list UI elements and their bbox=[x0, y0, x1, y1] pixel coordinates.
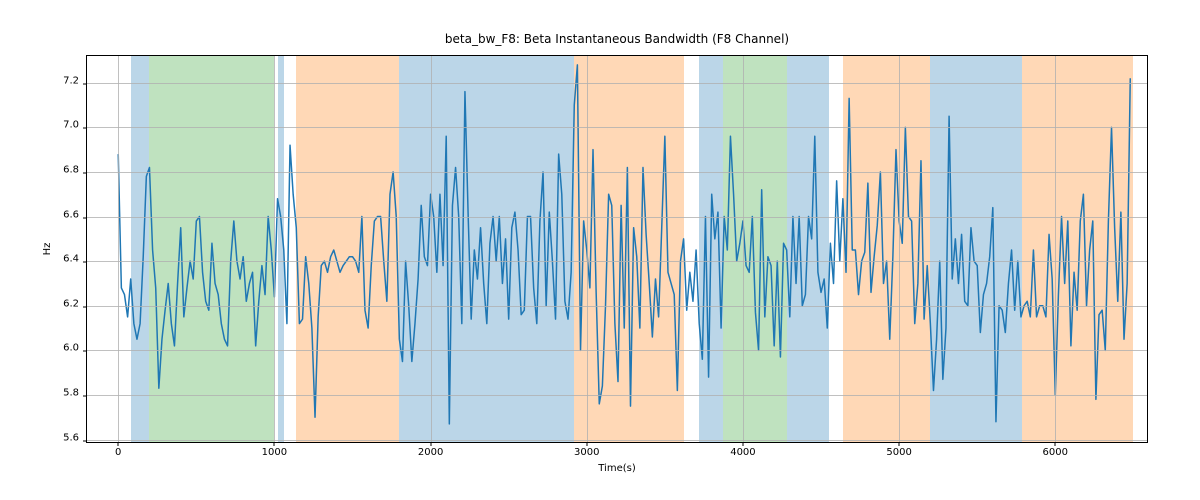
x-tick-label: 1000 bbox=[262, 447, 287, 458]
grid-line-horizontal bbox=[87, 440, 1147, 441]
chart-title: beta_bw_F8: Beta Instantaneous Bandwidth… bbox=[87, 32, 1147, 46]
tick-mark-x bbox=[274, 442, 275, 446]
figure: 0 1000 2000 3000 4000 5000 6000 5.6 5.8 6.0 6.2 6.4… bbox=[0, 0, 1200, 500]
grid-line-vertical bbox=[431, 56, 432, 442]
y-tick-label: 6.8 bbox=[63, 164, 79, 175]
grid-line-vertical bbox=[274, 56, 275, 442]
grid-line-horizontal bbox=[87, 261, 1147, 262]
grid-line-horizontal bbox=[87, 217, 1147, 218]
tick-mark-y bbox=[83, 83, 87, 84]
grid-line-horizontal bbox=[87, 350, 1147, 351]
grid-line-vertical bbox=[118, 56, 119, 442]
x-tick-label: 0 bbox=[115, 447, 121, 458]
tick-mark-x bbox=[742, 442, 743, 446]
grid-line-horizontal bbox=[87, 172, 1147, 173]
tick-mark-x bbox=[1055, 442, 1056, 446]
tick-mark-y bbox=[83, 395, 87, 396]
tick-mark-x bbox=[118, 442, 119, 446]
y-tick-label: 5.6 bbox=[63, 432, 79, 443]
x-tick-label: 2000 bbox=[418, 447, 443, 458]
grid-line-horizontal bbox=[87, 83, 1147, 84]
y-axis-label: Hz bbox=[42, 243, 53, 256]
y-tick-label: 6.6 bbox=[63, 209, 79, 220]
grid-line-horizontal bbox=[87, 395, 1147, 396]
tick-mark-y bbox=[83, 351, 87, 352]
grid-line-horizontal bbox=[87, 127, 1147, 128]
x-tick-label: 6000 bbox=[1043, 447, 1068, 458]
grid-line-horizontal bbox=[87, 306, 1147, 307]
tick-mark-y bbox=[83, 262, 87, 263]
tick-mark-y bbox=[83, 217, 87, 218]
y-tick-label: 6.0 bbox=[63, 343, 79, 354]
tick-mark-x bbox=[899, 442, 900, 446]
grid-line-vertical bbox=[1055, 56, 1056, 442]
y-tick-label: 5.8 bbox=[63, 387, 79, 398]
grid-line-vertical bbox=[587, 56, 588, 442]
line-plot bbox=[87, 56, 1147, 442]
x-tick-label: 4000 bbox=[730, 447, 755, 458]
tick-mark-y bbox=[83, 128, 87, 129]
grid-line-vertical bbox=[743, 56, 744, 442]
x-axis-label: Time(s) bbox=[87, 463, 1147, 474]
y-tick-label: 7.0 bbox=[63, 120, 79, 131]
tick-mark-y bbox=[83, 306, 87, 307]
x-tick-label: 3000 bbox=[574, 447, 599, 458]
y-tick-label: 6.4 bbox=[63, 254, 79, 265]
plot-clip bbox=[87, 56, 1147, 442]
x-tick-label: 5000 bbox=[886, 447, 911, 458]
y-tick-label: 6.2 bbox=[63, 298, 79, 309]
series-line bbox=[118, 65, 1130, 424]
grid-line-vertical bbox=[899, 56, 900, 442]
tick-mark-y bbox=[83, 172, 87, 173]
y-tick-label: 7.2 bbox=[63, 75, 79, 86]
tick-mark-y bbox=[83, 440, 87, 441]
plot-axes: 01000200030004000500060005.65.86.06.26.4… bbox=[86, 55, 1148, 443]
tick-mark-x bbox=[430, 442, 431, 446]
tick-mark-x bbox=[586, 442, 587, 446]
